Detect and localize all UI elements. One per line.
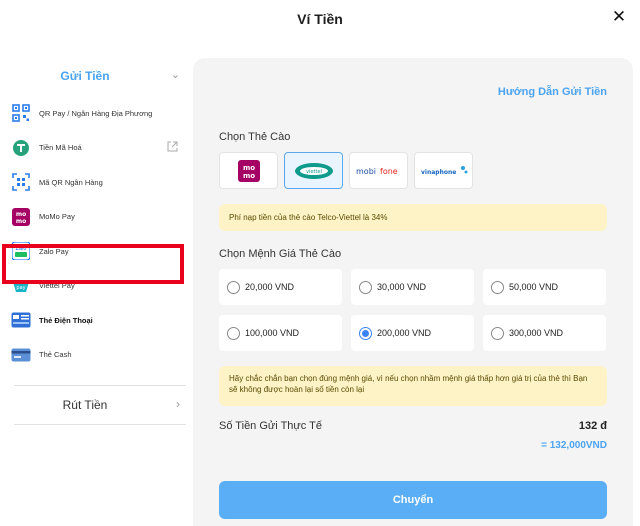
cash-card-icon	[11, 345, 31, 365]
sidebar-item-crypto[interactable]: Tiền Mã Hoá	[0, 131, 192, 166]
svg-text:mo: mo	[242, 164, 254, 172]
close-button[interactable]: ✕	[608, 6, 630, 28]
radio-selected-icon	[359, 326, 372, 340]
svg-text:viettel: viettel	[306, 169, 322, 175]
selection-highlight	[2, 244, 184, 284]
sidebar: Gửi Tiền ⌄ QR Pay / Ngân Hàng Địa Phương…	[0, 58, 192, 526]
value-option[interactable]: 20,000 VND	[219, 269, 342, 305]
chevron-down-icon: ⌄	[170, 69, 180, 81]
sidebar-item-bank-qr[interactable]: Mã QR Ngân Hàng	[0, 165, 192, 200]
sidebar-item-label: MoMo Pay	[39, 212, 75, 222]
modal-header: Ví Tiền ✕	[0, 0, 640, 40]
card-option-viettel[interactable]: viettel	[284, 152, 343, 189]
sidebar-item-cash-card[interactable]: Thẻ Cash	[0, 338, 192, 373]
svg-text:mo: mo	[16, 218, 26, 225]
radio-icon	[227, 280, 240, 294]
mobifone-logo-icon: mobi fone	[356, 167, 398, 176]
sidebar-item-label: Tiền Mã Hoá	[39, 143, 82, 153]
phone-card-icon	[11, 310, 31, 330]
sidebar-item-label: QR Pay / Ngân Hàng Địa Phương	[39, 108, 153, 118]
deposit-guide-link[interactable]: Hướng Dẫn Gửi Tiền	[498, 86, 607, 98]
sidebar-item-label: Mã QR Ngân Hàng	[39, 177, 103, 187]
value-option-label: 100,000 VND	[245, 328, 300, 338]
page-title: Ví Tiền	[297, 11, 343, 27]
sidebar-item-momo[interactable]: mo mo MoMo Pay	[0, 200, 192, 235]
sidebar-item-qr-pay[interactable]: QR Pay / Ngân Hàng Địa Phương	[0, 96, 192, 131]
svg-text:fone: fone	[380, 167, 398, 176]
deposit-section-title: Gửi Tiền	[60, 69, 110, 83]
choose-card-label: Chọn Thẻ Cào	[219, 131, 291, 143]
submit-button[interactable]: Chuyển	[219, 481, 607, 519]
qr-pay-icon	[11, 103, 31, 123]
value-option[interactable]: 30,000 VND	[351, 269, 474, 305]
deposit-panel: Hướng Dẫn Gửi Tiền Chọn Thẻ Cào mo mo vie…	[193, 58, 633, 526]
vinaphone-logo-icon: vinaphone	[421, 165, 467, 176]
fee-notice: Phí nạp tiền của thẻ cào Telco-Viettel l…	[219, 204, 607, 231]
radio-icon	[227, 326, 240, 340]
value-option-label: 30,000 VND	[377, 282, 427, 292]
svg-text:pay: pay	[16, 285, 25, 291]
radio-icon	[359, 280, 372, 294]
svg-text:vinaphone: vinaphone	[421, 169, 456, 176]
card-option-momo[interactable]: mo mo	[219, 152, 278, 189]
value-option[interactable]: 300,000 VND	[483, 315, 606, 351]
momo-logo-icon: momo	[237, 159, 260, 182]
card-option-vinaphone[interactable]: vinaphone	[414, 152, 473, 189]
viettel-logo-icon: viettel	[294, 162, 333, 179]
sidebar-section-deposit[interactable]: Gửi Tiền ⌄	[14, 58, 186, 96]
svg-text:mobi: mobi	[356, 167, 376, 176]
value-option-label: 300,000 VND	[509, 328, 564, 338]
converted-amount-value: = 132,000VND	[541, 440, 607, 451]
external-link-icon	[167, 141, 178, 155]
value-option-selected[interactable]: 200,000 VND	[351, 315, 474, 351]
value-option[interactable]: 100,000 VND	[219, 315, 342, 351]
withdraw-section-title: Rút Tiền	[62, 398, 108, 412]
card-option-mobifone[interactable]: mobi fone	[349, 152, 408, 189]
svg-text:mo: mo	[242, 172, 254, 180]
tether-icon	[11, 138, 31, 158]
radio-icon	[491, 326, 504, 340]
divider	[14, 424, 186, 425]
sidebar-section-withdraw[interactable]: Rút Tiền ›	[14, 387, 186, 425]
chevron-right-icon: ›	[176, 397, 180, 411]
svg-text:mo: mo	[16, 211, 26, 218]
value-option[interactable]: 50,000 VND	[483, 269, 606, 305]
qr-scan-icon	[11, 172, 31, 192]
choose-value-label: Chọn Mệnh Giá Thẻ Cào	[219, 248, 342, 260]
value-warning: Hãy chắc chắn bạn chọn đúng mệnh giá, vì…	[219, 366, 607, 406]
sidebar-item-label: Thẻ Cash	[39, 350, 72, 360]
radio-icon	[491, 280, 504, 294]
momo-icon: mo mo	[11, 207, 31, 227]
value-option-label: 200,000 VND	[377, 328, 432, 338]
actual-amount-label: Số Tiền Gửi Thực Tế	[219, 420, 322, 432]
divider	[14, 385, 186, 386]
value-option-label: 20,000 VND	[245, 282, 295, 292]
value-option-label: 50,000 VND	[509, 282, 559, 292]
sidebar-item-label: Thẻ Điện Thoại	[39, 315, 93, 325]
sidebar-item-phone-card[interactable]: Thẻ Điện Thoại	[0, 303, 192, 338]
actual-amount-value: 132 đ	[578, 420, 607, 432]
